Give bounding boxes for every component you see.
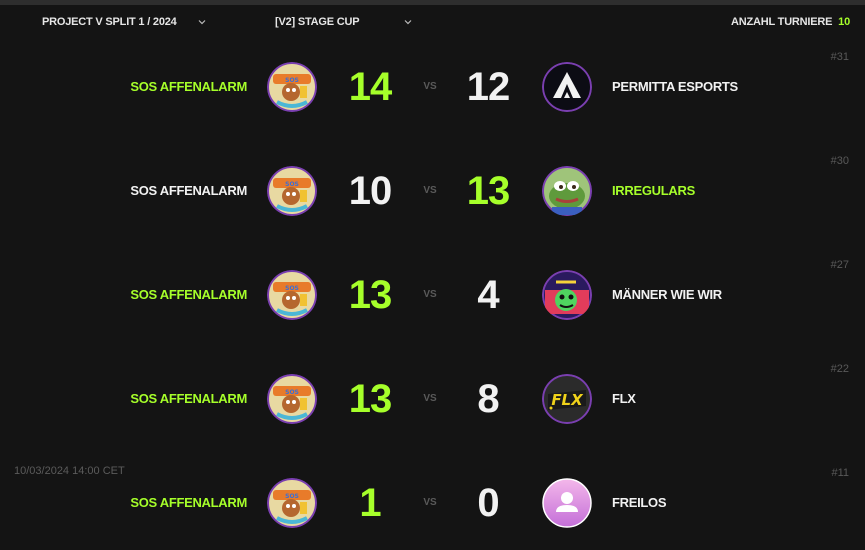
left-score: 1 xyxy=(359,481,381,525)
right-team-name[interactable]: IRREGULARS xyxy=(612,183,695,198)
match-id: #11 xyxy=(831,467,849,479)
vs-label: VS xyxy=(423,393,437,404)
right-score: 4 xyxy=(477,273,499,317)
cartoon-logo-icon[interactable] xyxy=(542,270,592,320)
match-id: #27 xyxy=(830,259,849,271)
flx-logo-icon[interactable]: FLX xyxy=(542,374,592,424)
left-team-name[interactable]: SOS AFFENALARM xyxy=(130,287,247,302)
left-score: 13 xyxy=(348,377,393,421)
svg-text:SOS: SOS xyxy=(285,285,299,292)
monkey-logo-icon[interactable]: SOS xyxy=(267,62,317,112)
monkey-logo-icon[interactable]: SOS xyxy=(267,166,317,216)
svg-text:SOS: SOS xyxy=(285,181,299,188)
frog-logo-icon[interactable] xyxy=(542,166,592,216)
monkey-logo-icon[interactable]: SOS xyxy=(267,270,317,320)
chevron-down-icon xyxy=(198,20,206,25)
right-team-name[interactable]: PERMITTA ESPORTS xyxy=(612,79,738,94)
right-team-name[interactable]: MÄNNER WIE WIR xyxy=(612,287,722,302)
default-avatar-icon[interactable] xyxy=(542,478,592,528)
match-row[interactable]: #30 SOS AFFENALARM SOS 10 VS 13 IRREGULA… xyxy=(0,139,865,243)
triangle-logo-icon[interactable] xyxy=(542,62,592,112)
vs-label: VS xyxy=(423,497,437,508)
right-team-name[interactable]: FREILOS xyxy=(612,495,667,510)
match-id: #30 xyxy=(830,155,849,167)
monkey-logo-icon[interactable]: SOS xyxy=(267,478,317,528)
match-date: 10/03/2024 14:00 CET xyxy=(14,465,125,477)
svg-text:SOS: SOS xyxy=(285,493,299,500)
match-row[interactable]: #11 10/03/2024 14:00 CET SOS AFFENALARM … xyxy=(0,451,865,550)
match-row[interactable]: #27 SOS AFFENALARM SOS 13 VS 4 MÄNNER WI… xyxy=(0,243,865,347)
right-score: 8 xyxy=(477,377,499,421)
svg-text:SOS: SOS xyxy=(285,389,299,396)
svg-text:SOS: SOS xyxy=(285,77,299,84)
tournament-count-value: 10 xyxy=(838,16,850,28)
match-row[interactable]: #31 SOS AFFENALARM SOS 14 VS 12 PERMITTA… xyxy=(0,35,865,139)
match-id: #22 xyxy=(830,363,849,375)
left-score: 14 xyxy=(348,65,393,109)
season-dropdown-label: PROJECT V SPLIT 1 / 2024 xyxy=(42,16,177,28)
season-dropdown[interactable]: PROJECT V SPLIT 1 / 2024 xyxy=(42,16,207,28)
right-score: 0 xyxy=(477,481,499,525)
tournament-count: ANZAHL TURNIERE 10 xyxy=(731,16,850,28)
left-team-name[interactable]: SOS AFFENALARM xyxy=(130,183,247,198)
right-team-name[interactable]: FLX xyxy=(612,391,636,406)
tournament-count-label: ANZAHL TURNIERE xyxy=(731,16,833,28)
cup-dropdown[interactable]: [V2] STAGE CUP xyxy=(275,16,413,28)
vs-label: VS xyxy=(423,185,437,196)
left-team-name[interactable]: SOS AFFENALARM xyxy=(130,495,247,510)
match-id: #31 xyxy=(830,51,849,63)
left-score: 10 xyxy=(348,169,393,213)
left-team-name[interactable]: SOS AFFENALARM xyxy=(130,391,247,406)
match-row[interactable]: #22 SOS AFFENALARM SOS 13 VS 8 FLX FLX xyxy=(0,347,865,451)
monkey-logo-icon[interactable]: SOS xyxy=(267,374,317,424)
right-score: 12 xyxy=(466,65,511,109)
left-team-name[interactable]: SOS AFFENALARM xyxy=(130,79,247,94)
vs-label: VS xyxy=(423,81,437,92)
svg-text:FLX: FLX xyxy=(551,391,584,409)
chevron-down-icon xyxy=(404,20,412,25)
left-score: 13 xyxy=(348,273,393,317)
vs-label: VS xyxy=(423,289,437,300)
right-score: 13 xyxy=(466,169,511,213)
cup-dropdown-label: [V2] STAGE CUP xyxy=(275,16,360,28)
